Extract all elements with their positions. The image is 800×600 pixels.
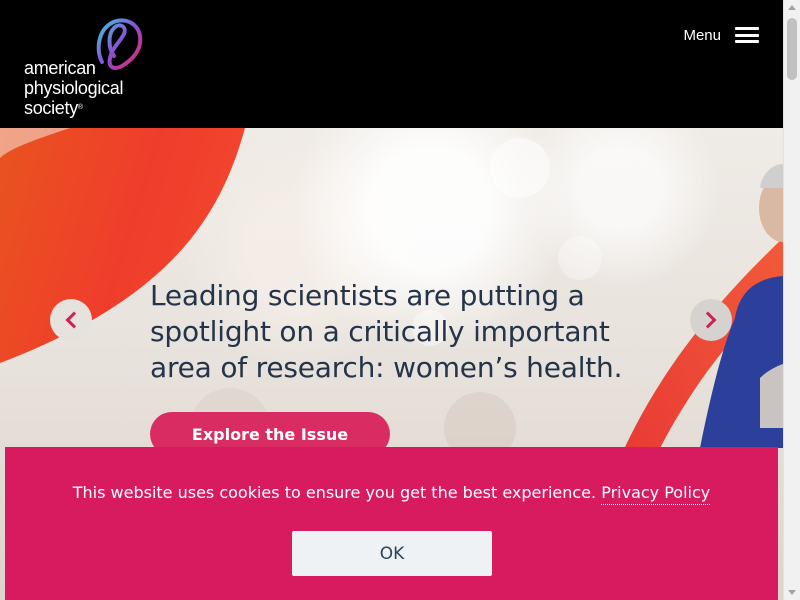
privacy-policy-link[interactable]: Privacy Policy bbox=[601, 483, 711, 505]
scroll-down-arrow-icon[interactable] bbox=[788, 590, 796, 595]
scroll-thumb[interactable] bbox=[787, 18, 797, 80]
registered-mark: ® bbox=[77, 104, 83, 111]
hero-headline: Leading scientists are putting a spotlig… bbox=[150, 279, 623, 384]
cookie-banner: This website uses cookies to ensure you … bbox=[5, 447, 778, 600]
page-scrollbar[interactable] bbox=[783, 0, 800, 600]
cookie-message-row: This website uses cookies to ensure you … bbox=[5, 483, 778, 505]
hamburger-icon bbox=[735, 26, 759, 44]
cookie-message: This website uses cookies to ensure you … bbox=[72, 483, 597, 502]
logo-line-3-text: society bbox=[24, 98, 78, 118]
scroll-up-arrow-icon[interactable] bbox=[788, 5, 796, 10]
logo-wordmark: american physiological society® bbox=[24, 58, 123, 118]
menu-button[interactable]: Menu bbox=[683, 26, 759, 44]
logo-line-1: american bbox=[24, 58, 96, 78]
site-header: american physiological society® Menu bbox=[0, 0, 783, 128]
logo-line-3: society® bbox=[24, 98, 123, 118]
carousel-prev-button[interactable] bbox=[50, 299, 92, 341]
carousel-next-button[interactable] bbox=[690, 299, 732, 341]
cookie-ok-button[interactable]: OK bbox=[292, 531, 492, 576]
site-logo[interactable]: american physiological society® bbox=[22, 10, 152, 120]
chevron-right-icon bbox=[699, 311, 717, 329]
chevron-left-icon bbox=[65, 311, 83, 329]
menu-label: Menu bbox=[683, 26, 721, 44]
logo-line-2: physiological bbox=[24, 78, 124, 98]
